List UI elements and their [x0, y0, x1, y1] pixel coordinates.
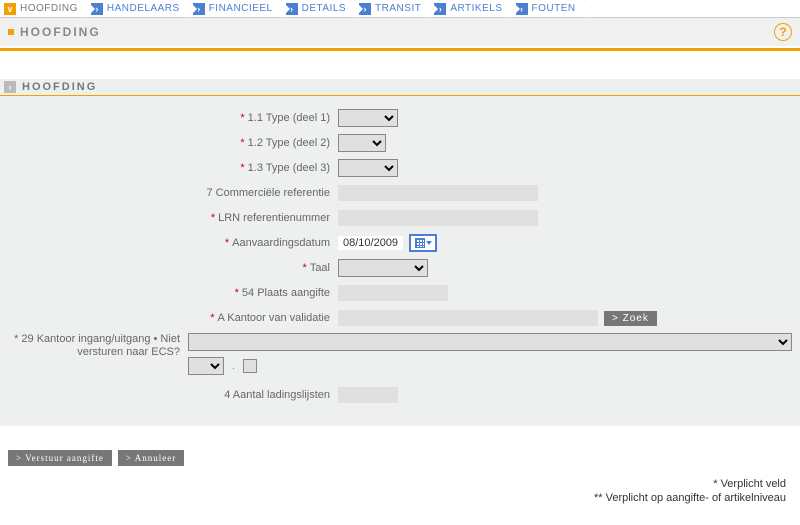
tab-label: DETAILS [302, 3, 346, 14]
bullet-icon [8, 29, 14, 35]
page-header: HOOFDING ? [0, 18, 800, 46]
tab-label: TRANSIT [375, 3, 421, 14]
label-kantoor: *A Kantoor van validatie [8, 312, 338, 324]
select-k29[interactable] [188, 333, 792, 351]
date-value: 08/10/2009 [338, 236, 403, 250]
submit-button[interactable]: Verstuur aangifte [8, 450, 112, 466]
tab-details[interactable]: › DETAILS [282, 0, 355, 17]
calendar-icon [415, 238, 425, 248]
page-title: HOOFDING [20, 25, 101, 39]
input-lrn[interactable] [338, 210, 538, 226]
tab-label: ARTIKELS [450, 3, 502, 14]
chevron-down-icon: v [4, 3, 16, 15]
label-taal: *Taal [8, 262, 338, 274]
input-comref[interactable] [338, 185, 538, 201]
input-lading[interactable] [338, 387, 398, 403]
section-header: › HOOFDING [0, 79, 800, 96]
label-type1: *1.1 Type (deel 1) [8, 112, 338, 124]
footnote-required: * Verplicht veld [0, 478, 786, 490]
button-row: Verstuur aangifte Annuleer [8, 450, 800, 466]
tab-fouten[interactable]: › FOUTEN [512, 0, 585, 17]
help-icon[interactable]: ? [774, 23, 792, 41]
label-type3: *1.3 Type (deel 3) [8, 162, 338, 174]
zoek-button[interactable]: Zoek [604, 311, 657, 326]
label-lading: 4 Aantal ladingslijsten [8, 389, 338, 401]
tab-financieel[interactable]: › FINANCIEEL [189, 0, 282, 17]
tab-label: FOUTEN [532, 3, 576, 14]
input-kantoor[interactable] [338, 310, 598, 326]
label-lrn: *LRN referentienummer [8, 212, 338, 224]
footnotes: * Verplicht veld ** Verplicht op aangift… [0, 466, 800, 512]
cancel-button[interactable]: Annuleer [118, 450, 184, 466]
tab-label: HOOFDING [20, 3, 78, 14]
tab-artikels[interactable]: › ARTIKELS [430, 0, 511, 17]
select-k29-sub[interactable] [188, 357, 224, 375]
select-type3[interactable] [338, 159, 398, 177]
tab-bar: v HOOFDING › HANDELAARS › FINANCIEEL › D… [0, 0, 800, 18]
label-k29: * 29 Kantoor ingang/uitgang • Niet verst… [8, 333, 188, 359]
divider [0, 48, 800, 51]
checkbox-ecs[interactable] [243, 359, 257, 373]
calendar-button[interactable] [409, 234, 437, 252]
form-area: *1.1 Type (deel 1) *1.2 Type (deel 2) *1… [0, 96, 800, 426]
label-type2: *1.2 Type (deel 2) [8, 137, 338, 149]
tab-hoofding[interactable]: v HOOFDING [0, 0, 87, 17]
input-plaats[interactable] [338, 285, 448, 301]
select-type1[interactable] [338, 109, 398, 127]
tab-label: FINANCIEEL [209, 3, 273, 14]
tab-handelaars[interactable]: › HANDELAARS [87, 0, 189, 17]
dropdown-icon [426, 241, 432, 245]
tab-label: HANDELAARS [107, 3, 180, 14]
chevron-right-icon: › [4, 81, 16, 93]
footnote-required-level: ** Verplicht op aangifte- of artikelnive… [0, 492, 786, 504]
label-plaats: *54 Plaats aangifte [8, 287, 338, 299]
section-title: HOOFDING [22, 81, 97, 93]
select-type2[interactable] [338, 134, 386, 152]
select-taal[interactable] [338, 259, 428, 277]
label-date: *Aanvaardingsdatum [8, 237, 338, 249]
label-comref: 7 Commerciële referentie [8, 187, 338, 199]
tab-transit[interactable]: › TRANSIT [355, 0, 430, 17]
